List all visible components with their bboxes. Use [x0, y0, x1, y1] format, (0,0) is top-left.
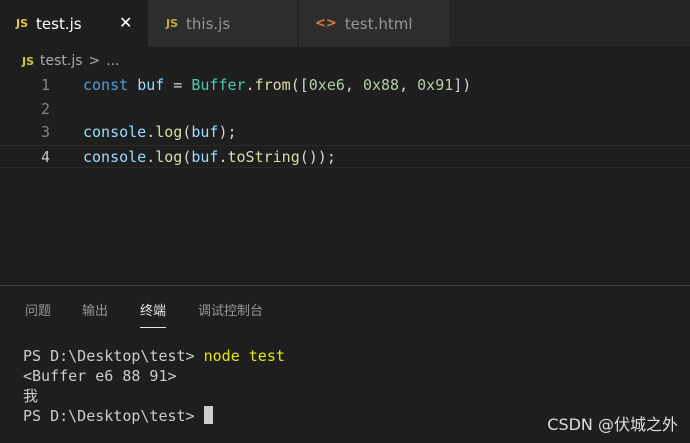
tab-problems[interactable]: 问题 — [25, 300, 51, 319]
tab-label: test.js — [36, 14, 82, 33]
terminal-line: <Buffer e6 88 91> — [23, 367, 177, 385]
terminal-line: PS D:\Desktop\test> — [23, 406, 285, 426]
tab-terminal[interactable]: 终端 — [140, 300, 167, 328]
code-line: 2 — [0, 98, 690, 122]
terminal-line: PS D:\Desktop\test> node test — [23, 347, 285, 365]
terminal-line: 我 — [23, 387, 39, 405]
terminal-command: node test — [203, 347, 285, 365]
javascript-file-icon: JS — [22, 54, 35, 68]
breadcrumb-more[interactable]: ... — [106, 53, 119, 69]
html-file-icon: <> — [315, 16, 337, 31]
tab-label: this.js — [186, 14, 231, 33]
tab-debug-console[interactable]: 调试控制台 — [198, 300, 263, 319]
close-icon[interactable]: ✕ — [119, 13, 132, 33]
breadcrumb: JS test.js > ... — [0, 50, 120, 72]
watermark: CSDN @伏城之外 — [547, 415, 678, 434]
code-text: console.log(buf.toString()); — [83, 147, 336, 166]
code-line: 1 const buf = Buffer.from([0xe6, 0x88, 0… — [0, 74, 690, 98]
line-number: 4 — [40, 147, 50, 166]
tab-test-js[interactable]: JS test.js ✕ — [0, 0, 148, 47]
code-text: console.log(buf); — [83, 123, 237, 141]
line-number: 2 — [40, 99, 50, 118]
breadcrumb-file[interactable]: test.js — [40, 53, 83, 69]
tab-label: test.html — [344, 14, 413, 33]
code-text: const buf = Buffer.from([0xe6, 0x88, 0x9… — [83, 76, 472, 94]
javascript-file-icon: JS — [16, 17, 29, 30]
line-number: 1 — [40, 76, 50, 94]
bottom-panel: 问题 输出 终端 调试控制台 PS D:\Desktop\test> node … — [0, 285, 690, 443]
tab-this-js[interactable]: JS this.js — [148, 0, 298, 47]
code-editor[interactable]: 1 const buf = Buffer.from([0xe6, 0x88, 0… — [0, 74, 690, 168]
tab-output[interactable]: 输出 — [82, 300, 108, 319]
javascript-file-icon: JS — [166, 17, 179, 30]
code-line: 3 console.log(buf); — [0, 121, 690, 145]
editor-tab-bar: JS test.js ✕ JS this.js <> test.html — [0, 0, 690, 47]
chevron-right-icon: > — [88, 53, 101, 69]
line-number: 3 — [40, 123, 50, 141]
terminal[interactable]: PS D:\Desktop\test> node test <Buffer e6… — [23, 346, 285, 426]
panel-tabs: 问题 输出 终端 调试控制台 — [0, 286, 690, 328]
terminal-cursor — [203, 406, 213, 424]
tab-test-html[interactable]: <> test.html — [299, 0, 449, 47]
code-line-active: 4 console.log(buf.toString()); — [0, 144, 690, 168]
